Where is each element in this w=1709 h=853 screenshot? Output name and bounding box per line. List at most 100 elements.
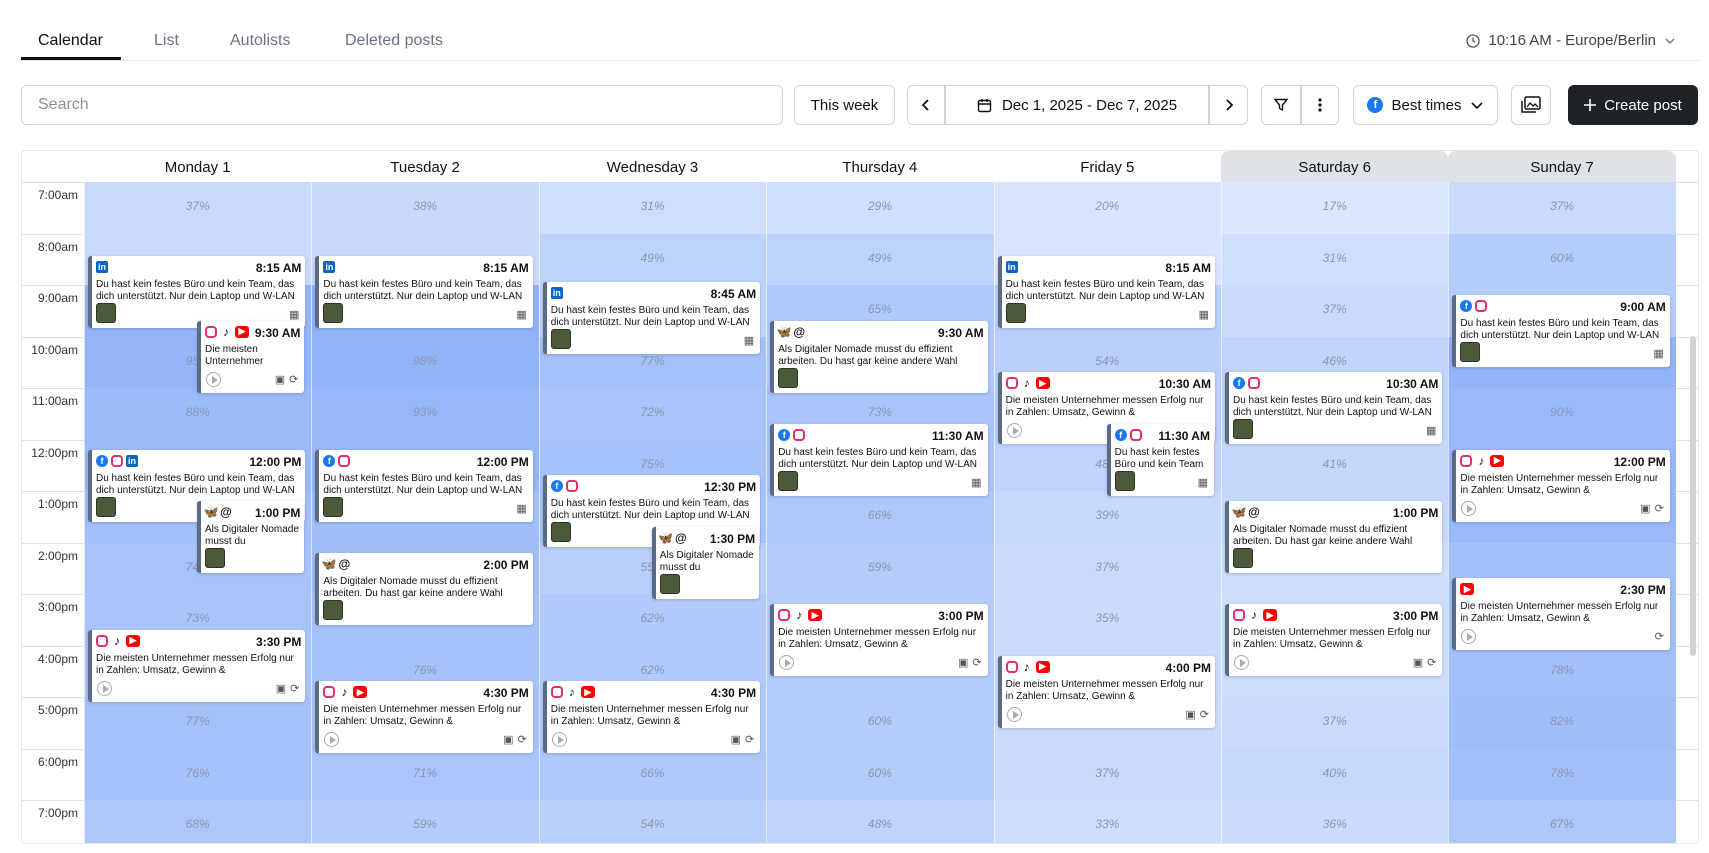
best-times-dropdown[interactable]: f Best times: [1353, 85, 1498, 125]
post-text-preview: Die meisten Unternehmer messen Erfolg nu…: [323, 704, 522, 728]
scheduled-post-card[interactable]: 🦋 @1:00 PM Als Digitaler Nomade musst du: [197, 501, 305, 573]
scheduled-post-card[interactable]: f 10:30 AM Du hast kein festes Büro und ke…: [1225, 372, 1443, 445]
grid-icon: ▦: [516, 309, 527, 322]
hour-label: 7:00pm: [37, 806, 78, 820]
reel-icon: ⟳: [744, 734, 755, 747]
scheduled-post-card[interactable]: in 8:45 AM Du hast kein festes Büro und ke…: [542, 282, 761, 355]
reel-icon: ⟳: [1427, 657, 1437, 669]
scheduled-post-card[interactable]: ♪ ▶ 4:00 PM Die meisten Unternehmer messen …: [997, 655, 1215, 728]
post-time: 10:30 AM: [1158, 377, 1211, 392]
best-time-percentage: 49%: [640, 250, 665, 265]
post-format-icons: ▣ ⟳: [958, 656, 982, 669]
scheduled-post-card[interactable]: in 8:15 AM Du hast kein festes Büro und ke…: [315, 256, 533, 329]
post-text-preview: Die meisten Unternehmer messen Erfolg nu…: [1233, 627, 1431, 650]
post-time: 4:00 PM: [1165, 660, 1211, 675]
scheduled-post-card[interactable]: f 11:30 AM Du hast kein festes Büro und ke…: [770, 423, 988, 496]
reel-icon: ⟳: [290, 682, 300, 695]
post-format-icons: ▣ ⟳: [1413, 656, 1437, 669]
timezone-selector[interactable]: 10:16 AM - Europe/Berlin: [1466, 32, 1676, 49]
instagram-icon: [1460, 454, 1473, 467]
media-library-button[interactable]: [1511, 85, 1551, 125]
post-time: 8:15 AM: [1165, 261, 1211, 276]
best-time-percentage: 54%: [640, 817, 665, 831]
scheduled-post-card[interactable]: ♪ ▶ 3:00 PM Die meisten Unternehmer messen …: [770, 604, 988, 676]
video-icon: ▣: [275, 682, 287, 695]
previous-week-button[interactable]: [907, 85, 945, 125]
this-week-button[interactable]: This week: [794, 85, 895, 125]
scheduled-post-card[interactable]: ♪ ▶ 4:30 PM Die meisten Unternehmer messen …: [315, 681, 533, 754]
grid-icon: ▦: [743, 335, 755, 348]
tab-calendar[interactable]: Calendar: [38, 32, 103, 50]
post-card-header: 🦋 @1:30 PM: [658, 531, 755, 546]
instagram-icon: [1233, 609, 1245, 621]
media-thumbnail: [96, 303, 116, 324]
media-thumbnail: [550, 522, 571, 543]
scheduled-post-card[interactable]: ♪ ▶ 9:30 AM Die meisten Unternehmer ▣ ⟳: [197, 320, 305, 393]
calendar-grid[interactable]: 7:00am 37% 38% 31% 29% 20% 17% 37% 8:00am 49% 49% 3…: [22, 182, 1698, 843]
best-time-percentage: 66%: [640, 765, 665, 780]
post-text-preview: Die meisten Unternehmer messen Erfolg nu…: [778, 627, 977, 650]
toolbar: Search This week Dec 1, 2025 - Dec 7, 20…: [0, 85, 1709, 125]
scheduled-post-card[interactable]: 🦋 @1:00 PM Als Digitaler Nomade musst du e…: [1225, 501, 1443, 573]
best-time-percentage: 78%: [1550, 765, 1575, 780]
tab-deleted-posts[interactable]: Deleted posts: [345, 32, 443, 50]
media-thumbnail: [1005, 303, 1026, 324]
youtube-icon: ▶: [1490, 454, 1505, 467]
filter-button[interactable]: [1261, 85, 1301, 125]
tab-autolists[interactable]: Autolists: [230, 32, 290, 50]
scheduled-post-card[interactable]: ♪ ▶ 3:00 PM Die meisten Unternehmer messen …: [1225, 604, 1443, 676]
best-time-percentage: 41%: [1322, 456, 1347, 471]
best-time-percentage: 17%: [1322, 199, 1347, 213]
post-text-preview: Du hast kein festes Büro und kein Team, …: [323, 279, 523, 303]
vertical-scrollbar[interactable]: [1690, 336, 1696, 656]
post-time: 9:30 AM: [254, 325, 301, 340]
search-input[interactable]: Search: [21, 85, 783, 125]
video-icon: ▣: [503, 734, 514, 747]
media-thumbnail: [1114, 470, 1135, 491]
reel-icon: ⟳: [517, 734, 527, 747]
scheduled-post-card[interactable]: ♪ ▶ 4:30 PM Die meisten Unternehmer messen …: [542, 681, 761, 754]
scheduled-post-card[interactable]: f 9:00 AM Du hast kein festes Büro und kei…: [1452, 295, 1670, 367]
scheduled-post-card[interactable]: 🦋 @9:30 AM Als Digitaler Nomade musst du e…: [770, 320, 988, 393]
next-week-button[interactable]: [1209, 85, 1248, 125]
scheduled-post-card[interactable]: ▶ 2:30 PM Die meisten Unternehmer messen E…: [1452, 578, 1670, 651]
post-text-preview: Du hast kein festes Büro und kein Team, …: [1460, 318, 1660, 341]
threads-icon: @: [793, 324, 806, 339]
best-time-percentage: 33%: [1095, 817, 1120, 831]
post-time: 12:00 PM: [476, 454, 529, 469]
scheduled-post-card[interactable]: in 8:15 AM Du hast kein festes Büro und ke…: [997, 256, 1215, 329]
chevron-down-icon: [1665, 38, 1675, 44]
active-tab-indicator: [21, 57, 121, 60]
scheduled-post-card[interactable]: 🦋 @2:00 PM Als Digitaler Nomade musst du e…: [315, 552, 533, 625]
scheduled-post-card[interactable]: ♪ ▶ 3:30 PM Die meisten Unternehmer messen …: [88, 629, 306, 702]
post-time: 3:00 PM: [938, 609, 984, 623]
scheduled-post-card[interactable]: in 8:15 AM Du hast kein festes Büro und ke…: [88, 256, 306, 329]
create-post-button[interactable]: Create post: [1568, 85, 1698, 125]
linkedin-icon: in: [126, 454, 138, 467]
best-time-percentage: 72%: [640, 405, 665, 419]
media-thumbnail: [205, 548, 225, 568]
best-time-percentage: 65%: [867, 302, 892, 316]
instagram-icon: [565, 480, 578, 493]
day-header-1: Tuesday 2: [390, 159, 460, 176]
hour-label: 1:00pm: [37, 497, 78, 511]
threads-icon: @: [220, 505, 232, 519]
reel-icon: ⟳: [1654, 631, 1664, 644]
youtube-icon: ▶: [1035, 377, 1050, 390]
more-options-button[interactable]: [1301, 85, 1339, 125]
plus-icon: [1584, 99, 1597, 111]
date-range-picker[interactable]: Dec 1, 2025 - Dec 7, 2025: [945, 85, 1209, 125]
scheduled-post-card[interactable]: ♪ ▶ 12:00 PM Die meisten Unternehmer messen…: [1452, 449, 1670, 522]
hour-label: 7:00am: [37, 188, 78, 202]
scheduled-post-card[interactable]: f 12:00 PM Du hast kein festes Büro und ke…: [315, 449, 533, 522]
video-play-icon: [1461, 500, 1477, 516]
scheduled-post-card[interactable]: 🦋 @1:30 PM Als Digitaler Nomade musst du: [651, 526, 760, 599]
post-text-preview: Du hast kein festes Büro und kein Team, …: [778, 446, 978, 470]
post-card-header: ♪ ▶ 10:30 AM: [1005, 376, 1211, 392]
reel-icon: ⟳: [289, 373, 299, 386]
calendar-week-view: Monday 1 Tuesday 2 Wednesday 3 Thursday 4 Fr…: [21, 150, 1699, 844]
scheduled-post-card[interactable]: f 11:30 AM Du hast kein festes Büro und ke…: [1106, 423, 1214, 496]
post-time: 10:30 AM: [1386, 377, 1439, 392]
best-time-percentage: 98%: [413, 353, 438, 368]
tab-list[interactable]: List: [154, 32, 179, 50]
